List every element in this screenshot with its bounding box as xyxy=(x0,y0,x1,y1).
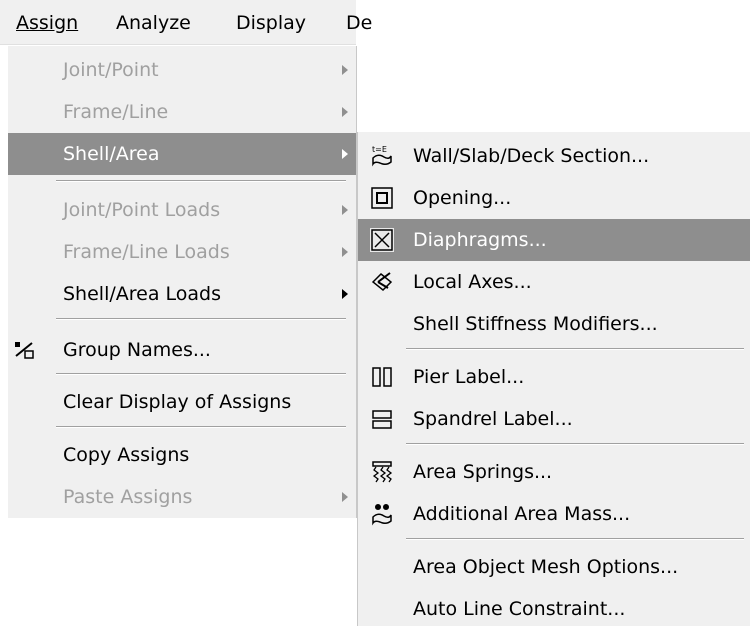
menu-bar: Assign Analyze Display De xyxy=(0,0,372,45)
menu-assign[interactable]: Assign xyxy=(16,9,78,37)
separator xyxy=(56,318,346,320)
menu-display[interactable]: Display xyxy=(236,9,306,37)
menu-item-copy-assigns[interactable]: Copy Assigns xyxy=(8,434,356,476)
submenu-item-diaphragms[interactable]: Diaphragms... xyxy=(358,219,750,261)
menu-item-frame-line[interactable]: Frame/Line xyxy=(8,91,356,133)
chevron-right-icon xyxy=(342,149,348,159)
menu-item-paste-assigns[interactable]: Paste Assigns xyxy=(8,476,356,518)
svg-text:t=E: t=E xyxy=(372,145,387,154)
opening-icon xyxy=(371,187,393,209)
chevron-right-icon xyxy=(342,289,348,299)
submenu-item-local-axes[interactable]: Local Axes... xyxy=(358,261,750,303)
chevron-right-icon xyxy=(342,492,348,502)
diaphragm-icon xyxy=(370,228,394,252)
menu-item-frame-line-loads[interactable]: Frame/Line Loads xyxy=(8,231,356,273)
separator xyxy=(56,180,346,182)
separator xyxy=(56,426,346,428)
menu-item-clear-display[interactable]: Clear Display of Assigns xyxy=(8,381,356,423)
separator xyxy=(56,373,346,375)
separator xyxy=(406,443,744,445)
chevron-right-icon xyxy=(342,205,348,215)
menu-item-joint-point-loads[interactable]: Joint/Point Loads xyxy=(8,189,356,231)
submenu-item-wall-slab-deck[interactable]: t=E Wall/Slab/Deck Section... xyxy=(358,135,750,177)
submenu-item-pier-label[interactable]: Pier Label... xyxy=(358,356,750,398)
submenu-item-shell-stiffness[interactable]: Shell Stiffness Modifiers... xyxy=(358,303,750,345)
wall-slab-deck-icon: t=E xyxy=(372,145,392,167)
submenu-item-area-springs[interactable]: Area Springs... xyxy=(358,451,750,493)
chevron-right-icon xyxy=(342,247,348,257)
pier-label-icon xyxy=(372,367,392,387)
submenu-item-opening[interactable]: Opening... xyxy=(358,177,750,219)
menu-design[interactable]: De xyxy=(346,9,372,37)
shell-area-submenu: t=E Wall/Slab/Deck Section... Opening...… xyxy=(357,132,750,626)
menu-analyze[interactable]: Analyze xyxy=(116,9,191,37)
chevron-right-icon xyxy=(342,107,348,117)
chevron-right-icon xyxy=(342,65,348,75)
submenu-item-spandrel-label[interactable]: Spandrel Label... xyxy=(358,398,750,440)
group-names-icon xyxy=(15,342,34,359)
submenu-item-additional-mass[interactable]: Additional Area Mass... xyxy=(358,493,750,535)
separator xyxy=(406,538,744,540)
menu-item-joint-point[interactable]: Joint/Point xyxy=(8,49,356,91)
local-axes-icon xyxy=(371,272,393,292)
spandrel-label-icon xyxy=(372,410,392,429)
menu-item-shell-area-loads[interactable]: Shell/Area Loads xyxy=(8,273,356,315)
assign-menu: Joint/Point Frame/Line Shell/Area Joint/… xyxy=(8,46,357,518)
area-mass-icon xyxy=(372,504,392,526)
menu-item-group-names[interactable]: Group Names... xyxy=(8,329,356,371)
separator xyxy=(406,348,744,350)
submenu-item-auto-line-constraint[interactable]: Auto Line Constraint... xyxy=(358,588,750,630)
area-springs-icon xyxy=(372,461,393,483)
menu-item-shell-area[interactable]: Shell/Area xyxy=(8,133,356,175)
submenu-item-mesh-options[interactable]: Area Object Mesh Options... xyxy=(358,546,750,588)
